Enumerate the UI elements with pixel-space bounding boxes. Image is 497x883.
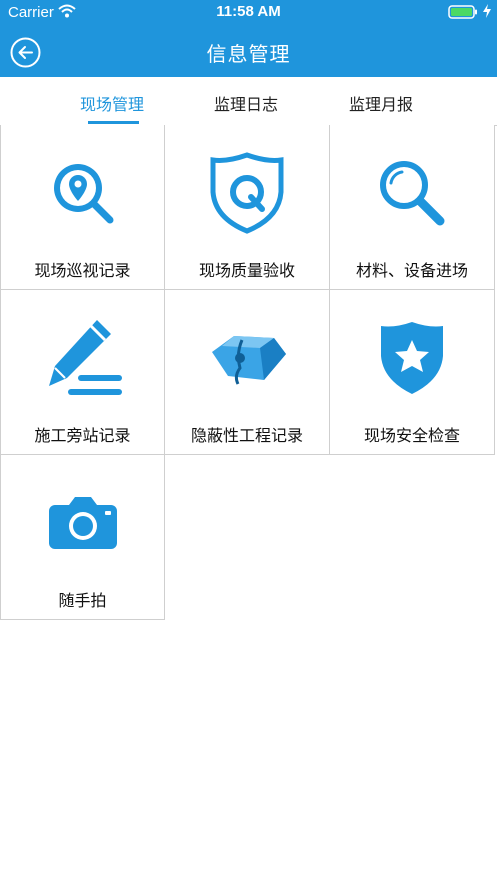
grid-item-quality-acceptance[interactable]: 现场质量验收 xyxy=(165,125,330,290)
grid-item-site-inspection[interactable]: 现场巡视记录 xyxy=(0,125,165,290)
grid-item-safety-check[interactable]: 现场安全检查 xyxy=(330,290,495,455)
magnifier-icon xyxy=(330,153,494,233)
status-bar: Carrier 11:58 AM xyxy=(0,0,497,26)
grid-item-label: 隐蔽性工程记录 xyxy=(190,426,303,445)
shield-q-icon xyxy=(165,152,329,234)
tab-supervision-log[interactable]: 监理日志 xyxy=(214,91,278,115)
camera-icon xyxy=(1,483,164,563)
charging-icon xyxy=(482,4,492,22)
page-title: 信息管理 xyxy=(206,42,291,66)
grid-item-label: 随手拍 xyxy=(58,591,107,610)
location-search-icon xyxy=(1,153,164,233)
grid-item-label: 现场质量验收 xyxy=(198,261,295,280)
grid-item-material-equipment[interactable]: 材料、设备进场 xyxy=(330,125,495,290)
tab-monthly-report[interactable]: 监理月报 xyxy=(349,91,413,115)
cube-icon xyxy=(165,318,329,398)
tab-site-management[interactable]: 现场管理 xyxy=(80,91,144,115)
grid-item-label: 现场安全检查 xyxy=(363,426,460,445)
active-tab-indicator xyxy=(88,121,139,124)
nav-bar: 信息管理 xyxy=(0,26,497,77)
battery-icon xyxy=(448,5,478,23)
header-bar: Carrier 11:58 AM 信息管理 xyxy=(0,0,497,77)
pencil-icon xyxy=(1,318,164,398)
grid-item-snapshot[interactable]: 随手拍 xyxy=(0,455,165,620)
grid-item-label: 材料、设备进场 xyxy=(355,261,468,280)
tab-bar: 现场管理 监理日志 监理月报 xyxy=(0,77,497,126)
grid-item-hidden-works[interactable]: 隐蔽性工程记录 xyxy=(165,290,330,455)
grid-item-label: 施工旁站记录 xyxy=(34,426,131,445)
grid-item-label: 现场巡视记录 xyxy=(34,261,131,280)
shield-star-icon xyxy=(330,318,494,398)
grid-item-side-station[interactable]: 施工旁站记录 xyxy=(0,290,165,455)
status-time: 11:58 AM xyxy=(216,3,281,20)
